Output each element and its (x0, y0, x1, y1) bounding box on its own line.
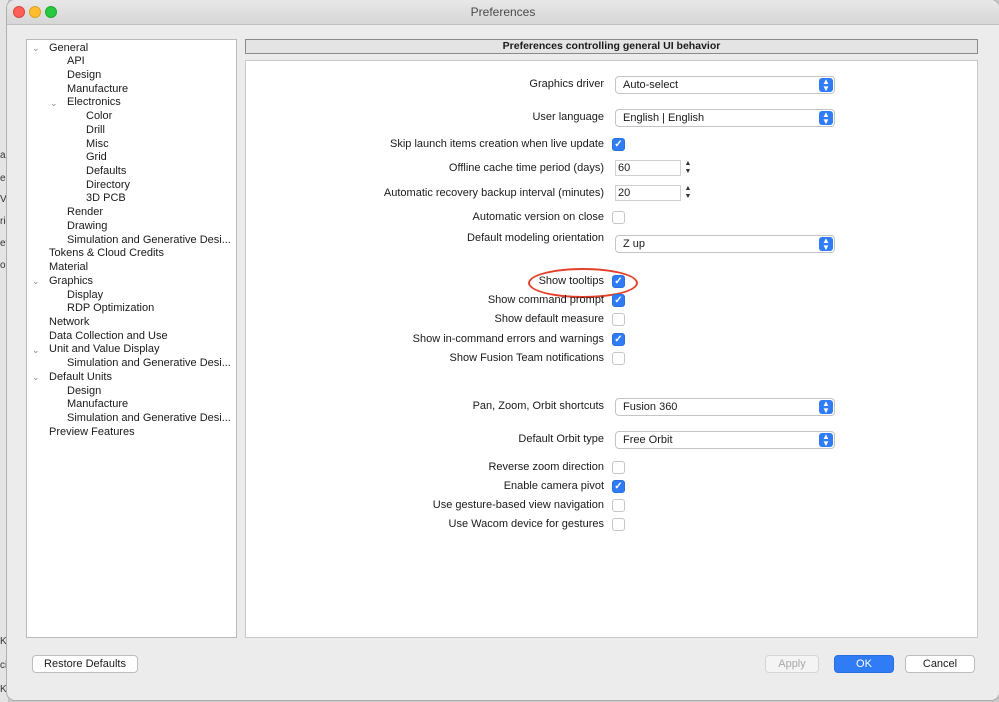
chevron-down-icon[interactable]: ⌄ (32, 372, 42, 382)
tree-item-3d-pcb[interactable]: 3D PCB (86, 191, 126, 205)
tree-item-electronics[interactable]: Electronics (67, 95, 121, 109)
orbit-type-value: Free Orbit (623, 434, 673, 446)
tree-item-drawing[interactable]: Drawing (67, 219, 107, 233)
tree-item-manufacture[interactable]: Manufacture (67, 82, 128, 96)
tree-item-directory[interactable]: Directory (86, 178, 130, 192)
tree-item-design[interactable]: Design (67, 384, 101, 398)
select-arrows-icon: ▲ ▼ (819, 237, 833, 252)
pan-zoom-orbit-label: Pan, Zoom, Orbit shortcuts (472, 400, 604, 412)
tree-item-simulation[interactable]: Simulation and Generative Desi... (67, 233, 231, 247)
tree-item-preview-features[interactable]: Preview Features (49, 425, 135, 439)
gesture-nav-label: Use gesture-based view navigation (432, 499, 604, 511)
tree-item-simulation[interactable]: Simulation and Generative Desi... (67, 411, 231, 425)
background-fragment: V (0, 194, 7, 205)
tree-item-grid[interactable]: Grid (86, 150, 107, 164)
title-bar: Preferences (7, 0, 999, 25)
select-arrows-icon: ▲ ▼ (819, 400, 833, 415)
show-fusion-team-label: Show Fusion Team notifications (449, 352, 605, 364)
modeling-orientation-label: Default modeling orientation (467, 232, 604, 244)
show-incommand-errors-label: Show in-command errors and warnings (412, 333, 604, 345)
recovery-backup-label: Automatic recovery backup interval (minu… (383, 187, 604, 199)
tree-item-render[interactable]: Render (67, 205, 103, 219)
pan-zoom-orbit-select[interactable]: Fusion 360 ▲ ▼ (615, 398, 835, 416)
chevron-down-icon[interactable]: ⌄ (32, 345, 42, 355)
tree-item-default-units[interactable]: Default Units (49, 370, 112, 384)
cancel-button[interactable]: Cancel (905, 655, 975, 673)
tree-item-misc[interactable]: Misc (86, 137, 109, 151)
offline-cache-input[interactable]: 60 (615, 160, 681, 176)
tree-item-design[interactable]: Design (67, 68, 101, 82)
modeling-orientation-select[interactable]: Z up ▲ ▼ (615, 235, 835, 253)
graphics-driver-label: Graphics driver (529, 78, 604, 90)
select-arrows-icon: ▲ ▼ (819, 78, 833, 93)
stepper-arrows-icon[interactable]: ▲ ▼ (683, 185, 693, 201)
graphics-driver-select[interactable]: Auto-select ▲ ▼ (615, 76, 835, 94)
auto-version-label: Automatic version on close (472, 211, 604, 223)
tree-item-rdp-optimization[interactable]: RDP Optimization (67, 301, 154, 315)
reverse-zoom-label: Reverse zoom direction (488, 461, 604, 473)
stepper-arrows-icon[interactable]: ▲ ▼ (683, 160, 693, 176)
select-arrows-icon: ▲ ▼ (819, 111, 833, 126)
wacom-label: Use Wacom device for gestures (448, 518, 604, 530)
tree-item-data-collection[interactable]: Data Collection and Use (49, 329, 168, 343)
user-language-value: English | English (623, 112, 705, 124)
ok-button[interactable]: OK (834, 655, 894, 673)
tree-item-color[interactable]: Color (86, 109, 112, 123)
auto-version-checkbox[interactable] (612, 211, 625, 224)
tree-item-manufacture[interactable]: Manufacture (67, 397, 128, 411)
recovery-backup-input[interactable]: 20 (615, 185, 681, 201)
show-incommand-errors-checkbox[interactable]: ✓ (612, 333, 625, 346)
chevron-down-icon[interactable]: ⌄ (32, 43, 42, 53)
tree-item-simulation[interactable]: Simulation and Generative Desi... (67, 356, 231, 370)
tree-item-graphics[interactable]: Graphics (49, 274, 93, 288)
orbit-type-select[interactable]: Free Orbit ▲ ▼ (615, 431, 835, 449)
offline-cache-label: Offline cache time period (days) (448, 162, 604, 174)
window-title: Preferences (470, 5, 536, 19)
tree-item-defaults[interactable]: Defaults (86, 164, 126, 178)
background-fragment: a (0, 150, 6, 161)
apply-button[interactable]: Apply (765, 655, 819, 673)
graphics-driver-value: Auto-select (623, 79, 679, 91)
gesture-nav-checkbox[interactable] (612, 499, 625, 512)
tree-item-api[interactable]: API (67, 54, 85, 68)
show-default-measure-label: Show default measure (494, 313, 604, 325)
skip-launch-checkbox[interactable]: ✓ (612, 138, 625, 151)
show-fusion-team-checkbox[interactable] (612, 352, 625, 365)
tree-item-general[interactable]: General (49, 41, 88, 55)
preferences-window: Preferences ⌄ General API Design Manufac… (7, 0, 999, 700)
chevron-down-icon[interactable]: ⌄ (32, 276, 42, 286)
orbit-type-label: Default Orbit type (518, 433, 604, 445)
preferences-tree: ⌄ General API Design Manufacture ⌄ Elect… (26, 39, 237, 638)
tree-item-drill[interactable]: Drill (86, 123, 105, 137)
modeling-orientation-value: Z up (623, 238, 646, 250)
user-language-select[interactable]: English | English ▲ ▼ (615, 109, 835, 127)
tree-item-network[interactable]: Network (49, 315, 89, 329)
panel-header: Preferences controlling general UI behav… (245, 39, 978, 54)
show-tooltips-checkbox[interactable]: ✓ (612, 275, 625, 288)
user-language-label: User language (532, 111, 604, 123)
pan-zoom-orbit-value: Fusion 360 (623, 401, 678, 413)
tree-item-unit-value-display[interactable]: Unit and Value Display (49, 342, 159, 356)
show-default-measure-checkbox[interactable] (612, 313, 625, 326)
show-command-prompt-label: Show command prompt (487, 294, 604, 306)
tree-item-display[interactable]: Display (67, 288, 103, 302)
chevron-down-icon[interactable]: ⌄ (50, 98, 60, 108)
skip-launch-label: Skip launch items creation when live upd… (389, 138, 604, 150)
show-command-prompt-checkbox[interactable]: ✓ (612, 294, 625, 307)
reverse-zoom-checkbox[interactable] (612, 461, 625, 474)
show-tooltips-label: Show tooltips (538, 275, 604, 287)
select-arrows-icon: ▲ ▼ (819, 433, 833, 448)
camera-pivot-label: Enable camera pivot (503, 480, 604, 492)
general-preferences-panel: Graphics driver Auto-select ▲ ▼ User lang… (245, 60, 978, 638)
tree-item-tokens[interactable]: Tokens & Cloud Credits (49, 246, 164, 260)
tree-item-material[interactable]: Material (49, 260, 88, 274)
background-fragment: e (0, 173, 6, 184)
camera-pivot-checkbox[interactable]: ✓ (612, 480, 625, 493)
restore-defaults-button[interactable]: Restore Defaults (32, 655, 138, 673)
wacom-checkbox[interactable] (612, 518, 625, 531)
